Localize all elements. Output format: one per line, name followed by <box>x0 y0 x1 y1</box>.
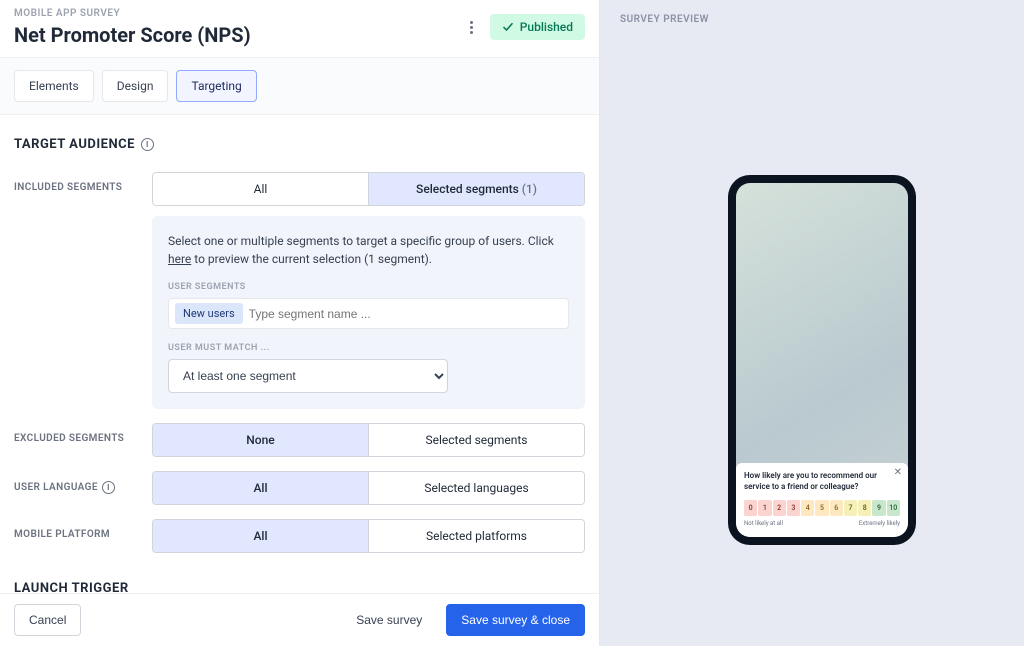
segment-chip-input[interactable]: New users <box>168 298 569 329</box>
nps-9[interactable]: 9 <box>872 500 885 516</box>
check-icon <box>502 21 514 33</box>
nps-5[interactable]: 5 <box>815 500 828 516</box>
segment-input[interactable] <box>249 307 562 321</box>
breadcrumb: MOBILE APP SURVEY <box>14 8 251 19</box>
excluded-segments-toggle: None Selected segments <box>152 423 585 457</box>
survey-card: ✕ How likely are you to recommend our se… <box>736 463 908 537</box>
section-target-audience: TARGET AUDIENCE i <box>14 137 585 152</box>
nps-7[interactable]: 7 <box>844 500 857 516</box>
survey-question: How likely are you to recommend our serv… <box>744 471 900 492</box>
panel-help-text: Select one or multiple segments to targe… <box>168 232 569 268</box>
phone-frame: ✕ How likely are you to recommend our se… <box>728 175 916 545</box>
cancel-button[interactable]: Cancel <box>14 604 81 636</box>
segment-chip[interactable]: New users <box>175 303 243 324</box>
nps-10[interactable]: 10 <box>887 500 900 516</box>
mobile-platform-toggle: All Selected platforms <box>152 519 585 553</box>
preview-label: SURVEY PREVIEW <box>620 14 1024 25</box>
nps-1[interactable]: 1 <box>758 500 771 516</box>
editor-panel: MOBILE APP SURVEY Net Promoter Score (NP… <box>0 0 600 646</box>
save-button[interactable]: Save survey <box>342 605 436 635</box>
language-selected-option[interactable]: Selected languages <box>368 472 584 504</box>
editor-header: MOBILE APP SURVEY Net Promoter Score (NP… <box>0 0 599 58</box>
editor-footer: Cancel Save survey Save survey & close <box>0 593 599 646</box>
platform-all-option[interactable]: All <box>153 520 368 552</box>
excluded-segments-label: EXCLUDED SEGMENTS <box>14 423 134 444</box>
nps-8[interactable]: 8 <box>858 500 871 516</box>
status-badge: Published <box>490 14 585 40</box>
excluded-selected-option[interactable]: Selected segments <box>368 424 584 456</box>
included-all-option[interactable]: All <box>153 173 368 205</box>
page-title: Net Promoter Score (NPS) <box>14 23 251 47</box>
preview-panel: SURVEY PREVIEW ✕ How likely are you to r… <box>600 0 1024 646</box>
tabs: Elements Design Targeting <box>0 58 599 115</box>
nps-3[interactable]: 3 <box>787 500 800 516</box>
more-menu-icon[interactable] <box>464 15 480 39</box>
info-icon[interactable]: i <box>102 481 115 494</box>
nps-6[interactable]: 6 <box>830 500 843 516</box>
language-all-option[interactable]: All <box>153 472 368 504</box>
included-selected-option[interactable]: Selected segments (1) <box>368 173 584 205</box>
user-segments-label: USER SEGMENTS <box>168 282 569 292</box>
nps-0[interactable]: 0 <box>744 500 757 516</box>
settings-scroll[interactable]: TARGET AUDIENCE i INCLUDED SEGMENTS All … <box>0 115 599 593</box>
user-language-label: USER LANGUAGE i <box>14 471 134 494</box>
excluded-none-option[interactable]: None <box>153 424 368 456</box>
nps-scale: 0 1 2 3 4 5 6 7 8 9 10 <box>744 500 900 516</box>
tab-targeting[interactable]: Targeting <box>176 70 256 102</box>
section-launch-trigger: LAUNCH TRIGGER <box>14 581 585 593</box>
nps-2[interactable]: 2 <box>773 500 786 516</box>
close-icon[interactable]: ✕ <box>894 467 902 478</box>
segments-panel: Select one or multiple segments to targe… <box>152 216 585 409</box>
mobile-platform-label: MOBILE PLATFORM <box>14 519 134 540</box>
included-segments-label: INCLUDED SEGMENTS <box>14 172 134 193</box>
nps-4[interactable]: 4 <box>801 500 814 516</box>
included-segments-toggle: All Selected segments (1) <box>152 172 585 206</box>
platform-selected-option[interactable]: Selected platforms <box>368 520 584 552</box>
match-select[interactable]: At least one segment <box>168 359 448 393</box>
nps-anchor-labels: Not likely at all Extremely likely <box>744 520 900 527</box>
tab-design[interactable]: Design <box>102 70 169 102</box>
save-close-button[interactable]: Save survey & close <box>446 604 585 636</box>
phone-screen: ✕ How likely are you to recommend our se… <box>736 183 908 537</box>
info-icon[interactable]: i <box>141 138 154 151</box>
user-language-toggle: All Selected languages <box>152 471 585 505</box>
preview-link[interactable]: here <box>168 252 191 266</box>
match-label: USER MUST MATCH ... <box>168 343 569 353</box>
tab-elements[interactable]: Elements <box>14 70 94 102</box>
